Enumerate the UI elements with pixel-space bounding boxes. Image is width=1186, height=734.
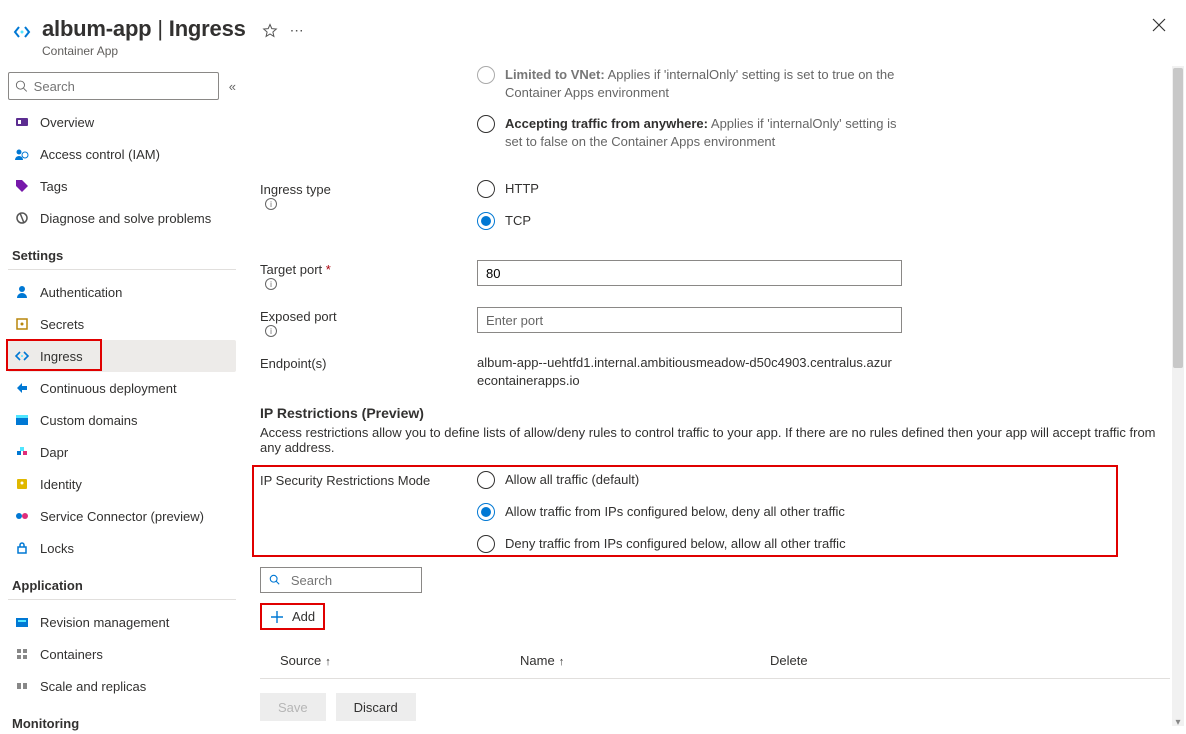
sort-up-icon: ↑ [559, 656, 565, 668]
sidebar-item-tags[interactable]: Tags [8, 170, 236, 202]
page-subtitle: Container App [42, 44, 246, 58]
svg-text:i: i [270, 280, 272, 289]
sidebar-item-containers[interactable]: Containers [8, 638, 236, 670]
label-endpoints: Endpoint(s) [252, 354, 477, 389]
info-icon[interactable]: i [264, 277, 278, 291]
auth-icon [14, 284, 30, 300]
diagnose-icon [14, 210, 30, 226]
favorite-star-icon[interactable] [262, 23, 278, 39]
scrollbar-thumb[interactable] [1173, 68, 1183, 368]
scale-icon [14, 678, 30, 694]
input-target-port[interactable] [477, 260, 902, 286]
sidebar-item-dapr[interactable]: Dapr [8, 436, 236, 468]
more-icon[interactable]: ⋯ [290, 22, 304, 39]
radio-icon[interactable] [477, 212, 495, 230]
label-ip-mode: IP Security Restrictions Mode [252, 471, 477, 559]
iam-icon [14, 146, 30, 162]
info-icon[interactable]: i [264, 197, 278, 211]
page-title: album-app | Ingress [42, 16, 246, 42]
sidebar-section-monitoring: Monitoring [12, 716, 236, 731]
tag-icon [14, 178, 30, 194]
ip-restrictions-heading: IP Restrictions (Preview) [260, 405, 1178, 421]
radio-tcp[interactable]: TCP [477, 212, 1178, 230]
add-button[interactable]: Add [262, 605, 323, 628]
sidebar: « Overview Access control (IAM) Tags Dia… [0, 66, 244, 734]
sidebar-item-domains[interactable]: Custom domains [8, 404, 236, 436]
radio-anywhere[interactable]: Accepting traffic from anywhere: Applies… [477, 115, 1178, 150]
sidebar-section-application: Application [12, 578, 236, 593]
close-icon[interactable] [1152, 18, 1166, 32]
col-name[interactable]: Name↑ [520, 653, 770, 668]
scrollbar[interactable]: ▴ ▾ [1172, 66, 1184, 726]
sidebar-item-identity[interactable]: Identity [8, 468, 236, 500]
radio-allow-all[interactable]: Allow all traffic (default) [477, 471, 1178, 489]
radio-icon[interactable] [477, 535, 495, 553]
label-target-port: Target port * i [252, 260, 477, 291]
lock-icon [14, 540, 30, 556]
sidebar-item-scale[interactable]: Scale and replicas [8, 670, 236, 702]
container-app-icon [12, 22, 32, 42]
radio-icon[interactable] [477, 471, 495, 489]
identity-icon [14, 476, 30, 492]
col-delete: Delete [770, 653, 870, 668]
plus-icon [270, 610, 284, 624]
sidebar-item-secrets[interactable]: Secrets [8, 308, 236, 340]
label-ingress-type: Ingress type i [252, 180, 477, 244]
cd-icon [14, 380, 30, 396]
sidebar-section-settings: Settings [12, 248, 236, 263]
radio-icon[interactable] [477, 180, 495, 198]
ip-table: Source↑ Name↑ Delete [260, 644, 1170, 679]
sidebar-item-serviceconnector[interactable]: Service Connector (preview) [8, 500, 236, 532]
sort-up-icon: ↑ [325, 656, 331, 668]
revisions-icon [14, 614, 30, 630]
search-icon [269, 573, 281, 587]
radio-icon[interactable] [477, 503, 495, 521]
highlight-add: Add [260, 603, 325, 630]
dapr-icon [14, 444, 30, 460]
ip-search-input[interactable] [260, 567, 422, 593]
main-content: Limited to VNet: Applies if 'internalOnl… [244, 66, 1186, 734]
sidebar-item-cd[interactable]: Continuous deployment [8, 372, 236, 404]
overview-icon [14, 114, 30, 130]
sidebar-item-authentication[interactable]: Authentication [8, 276, 236, 308]
radio-http[interactable]: HTTP [477, 180, 1178, 198]
ip-restrictions-desc: Access restrictions allow you to define … [260, 425, 1178, 455]
label-exposed-port: Exposed port i [252, 307, 477, 338]
sidebar-search-input[interactable] [8, 72, 219, 100]
secrets-icon [14, 316, 30, 332]
scroll-down-icon[interactable]: ▾ [1172, 716, 1184, 728]
sidebar-item-ingress[interactable]: Ingress [8, 340, 236, 372]
containers-icon [14, 646, 30, 662]
save-button[interactable]: Save [260, 693, 326, 721]
discard-button[interactable]: Discard [336, 693, 416, 721]
endpoint-value: album-app--uehtfd1.internal.ambitiousmea… [477, 354, 897, 389]
radio-deny-configured[interactable]: Deny traffic from IPs configured below, … [477, 535, 1178, 553]
ingress-icon [14, 348, 30, 364]
svg-text:i: i [270, 200, 272, 209]
sidebar-item-overview[interactable]: Overview [8, 106, 236, 138]
sidebar-item-iam[interactable]: Access control (IAM) [8, 138, 236, 170]
radio-limited-vnet: Limited to VNet: Applies if 'internalOnl… [477, 66, 1178, 101]
svg-text:i: i [270, 327, 272, 336]
radio-icon[interactable] [477, 115, 495, 133]
radio-icon [477, 66, 495, 84]
col-source[interactable]: Source↑ [280, 653, 520, 668]
sidebar-item-locks[interactable]: Locks [8, 532, 236, 564]
sidebar-item-revisions[interactable]: Revision management [8, 606, 236, 638]
collapse-sidebar-icon[interactable]: « [229, 79, 236, 94]
info-icon[interactable]: i [264, 324, 278, 338]
sidebar-item-diagnose[interactable]: Diagnose and solve problems [8, 202, 236, 234]
domains-icon [14, 412, 30, 428]
connector-icon [14, 508, 30, 524]
radio-allow-configured[interactable]: Allow traffic from IPs configured below,… [477, 503, 1178, 521]
input-exposed-port[interactable] [477, 307, 902, 333]
